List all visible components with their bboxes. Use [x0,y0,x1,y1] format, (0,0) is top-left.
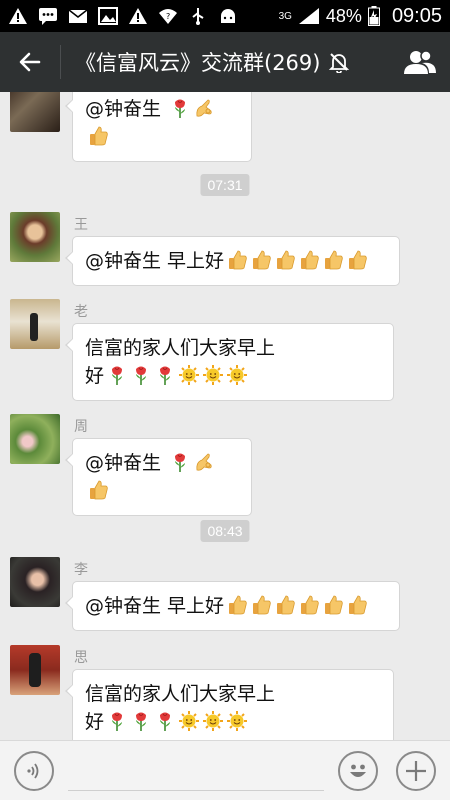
thumbs-up-icon [324,250,343,270]
time-divider: 07:31 [200,174,250,196]
arrow-left-icon [19,52,41,72]
message-text: @钟奋生 [85,98,168,120]
rose-icon [111,711,123,732]
smiley-icon [350,764,366,777]
message-text: 好 [85,365,105,387]
message-bubble[interactable]: 信富的家人们大家早上 好 [65,669,394,740]
message-text: @钟奋生 早上好 [85,595,225,617]
group-members-button[interactable] [390,32,450,92]
avatar[interactable] [10,645,60,695]
message-text: 信富的家人们大家早上 [85,683,276,705]
message-bubble[interactable]: @钟奋生 [65,438,252,516]
emoji-button[interactable] [338,750,378,791]
sun-icon [226,710,249,732]
thumbs-up-icon [252,250,271,270]
thumbs-up-icon [276,595,295,615]
signal-icon [298,8,319,24]
more-button[interactable] [396,750,436,791]
thumbs-up-icon [300,595,319,615]
avatar[interactable] [10,212,60,262]
thumbs-up-icon [252,595,271,615]
avatar[interactable] [10,92,60,132]
battery-percent: 48% [325,5,362,26]
message-list: @钟奋生 07:31 王凯立 @钟奋生 早上好 老邓 信富的家人们大家早上 好 … [0,92,450,740]
voice-icon [27,762,39,779]
message-bubble[interactable]: @钟奋生 早上好 [65,236,400,286]
network-type: 3G [278,10,292,22]
thumbs-up-icon [89,126,108,146]
chat-title: 《信富风云》交流群(269) [75,51,321,75]
sun-icon [178,364,201,386]
message-text: 信富的家人们大家早上 [85,337,276,359]
rose-icon [159,365,171,386]
message-text: 好 [85,711,105,733]
sun-icon [178,710,201,732]
rose-icon [111,365,123,386]
time-divider: 08:43 [200,520,250,542]
ok-hand-icon [196,453,212,471]
bell-off-icon [329,53,350,73]
mail-icon [68,9,88,23]
message-bubble[interactable]: @钟奋生 早上好 [65,581,400,631]
message-text: @钟奋生 早上好 [85,250,225,272]
battery-icon [367,6,380,26]
chat-header: 《信富风云》交流群(269) [0,32,450,92]
message-text: @钟奋生 [85,452,168,474]
sun-icon [202,364,225,386]
voice-button[interactable] [14,750,54,791]
avatar[interactable] [10,414,60,464]
rose-icon [174,452,186,473]
clock: 09:05 [391,4,442,27]
avatar[interactable] [10,557,60,607]
thumbs-up-icon [348,595,367,615]
android-icon [221,9,235,23]
usb-icon [192,8,204,25]
thumbs-up-icon [300,250,319,270]
rose-icon [159,711,171,732]
thumbs-up-icon [348,250,367,270]
sun-icon [226,364,249,386]
thumbs-up-icon [324,595,343,615]
message-bubble[interactable]: @钟奋生 [65,92,252,162]
message-input[interactable] [68,751,324,791]
alert-icon [129,8,147,24]
avatar[interactable] [10,299,60,349]
wifi-question-icon: ? [159,9,177,24]
status-bar: ? 3G 48% 09:05 [0,0,450,32]
people-icon [404,50,436,74]
header-divider [60,45,61,79]
thumbs-up-icon [89,480,108,500]
thumbs-up-icon [228,250,247,270]
input-bar [0,740,450,800]
thumbs-up-icon [228,595,247,615]
message-icon [39,8,57,25]
message-bubble[interactable]: 信富的家人们大家早上 好 [65,323,394,401]
image-icon [98,7,118,25]
thumbs-up-icon [276,250,295,270]
ok-hand-icon [196,99,212,117]
warning-icon [9,8,27,24]
rose-icon [174,98,186,119]
rose-icon [135,365,147,386]
svg-text:?: ? [166,12,170,21]
back-button[interactable] [0,32,60,92]
sun-icon [202,710,225,732]
plus-icon [406,760,426,781]
rose-icon [135,711,147,732]
